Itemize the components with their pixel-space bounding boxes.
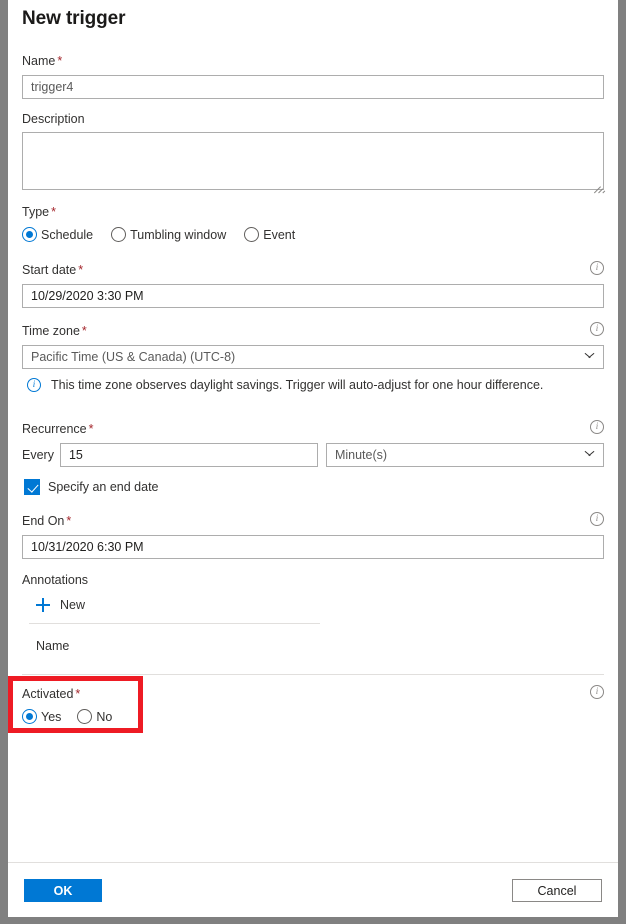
page-title: New trigger: [22, 8, 126, 29]
type-option-schedule-label: Schedule: [41, 227, 94, 242]
time-zone-label: Time zone: [22, 324, 80, 338]
type-label: Type *: [22, 203, 604, 221]
start-date-label-row: Start date * i: [22, 261, 604, 279]
recurrence-unit-dropdown[interactable]: Minute(s): [325, 443, 604, 467]
activated-option-yes[interactable]: Yes: [22, 709, 61, 724]
trigger-dialog-screen: New trigger Name* Description: [0, 0, 626, 924]
type-option-event-label: Event: [263, 227, 296, 242]
activated-option-no[interactable]: No: [77, 709, 112, 724]
end-on-label: End On: [22, 514, 65, 528]
panel-content: New trigger Name* Description: [8, 0, 618, 862]
radio-icon-yes[interactable]: [22, 709, 37, 724]
name-input[interactable]: [22, 75, 604, 99]
cancel-button[interactable]: Cancel: [512, 879, 602, 902]
specify-end-date-row[interactable]: Specify an end date: [24, 479, 159, 495]
start-date-info-icon[interactable]: i: [590, 261, 604, 275]
time-zone-selected-value: Pacific Time (US & Canada) (UTC-8): [31, 350, 236, 364]
ok-button[interactable]: OK: [24, 879, 102, 902]
description-label: Description: [22, 112, 85, 126]
annotations-group: Annotations New Name: [22, 572, 604, 675]
type-option-event[interactable]: Event: [244, 227, 295, 242]
start-date-field-group: Start date * i: [22, 261, 604, 308]
radio-icon-no[interactable]: [77, 709, 93, 724]
recurrence-row: Every Minute(s): [22, 443, 604, 467]
activated-info-icon[interactable]: i: [590, 685, 604, 699]
chevron-down-icon-timezone[interactable]: [585, 352, 594, 361]
name-field-group: Name *: [22, 52, 604, 99]
description-textarea[interactable]: [22, 132, 606, 194]
add-annotation-label: New: [60, 598, 86, 612]
name-label-text: Name: [22, 54, 56, 68]
activated-label-row: Activated * i: [22, 685, 604, 703]
recurrence-label: Recurrence: [22, 422, 87, 436]
chevron-down-icon-recurrence-unit[interactable]: [585, 450, 594, 459]
annotations-column-name: Name: [36, 639, 70, 653]
activated-label: Activated: [22, 687, 74, 701]
annotations-table-bottom-divider: [22, 674, 604, 675]
time-zone-required-marker: *: [81, 324, 87, 338]
start-date-required-marker: *: [78, 263, 84, 277]
type-option-tumbling-window[interactable]: Tumbling window: [111, 227, 226, 242]
name-required-marker: *: [57, 54, 63, 68]
annotations-table-top-divider: [29, 623, 320, 624]
recurrence-required-marker: *: [88, 422, 94, 436]
activated-field-group: Activated * i Yes No: [22, 685, 604, 724]
end-on-label-row: End On * i: [22, 512, 604, 530]
end-on-field-group: End On * i: [22, 512, 604, 559]
type-required-marker: *: [51, 205, 56, 219]
info-icon-timezone-message: i: [27, 378, 41, 392]
radio-icon-event[interactable]: [244, 227, 260, 242]
recurrence-field-group: Recurrence* i Every Minute(s): [22, 420, 604, 467]
checkmark-icon-specify-end-date[interactable]: [24, 479, 40, 495]
plus-icon: [36, 598, 50, 612]
type-option-schedule[interactable]: Schedule: [22, 227, 93, 242]
time-zone-field-group: Time zone * i Pacific Time (US & Canada) …: [22, 322, 604, 369]
end-on-input[interactable]: [22, 535, 604, 559]
time-zone-info-icon[interactable]: i: [590, 322, 604, 336]
activated-required-marker: *: [75, 687, 81, 701]
activated-option-no-label: No: [96, 709, 113, 724]
end-on-info-icon[interactable]: i: [590, 512, 604, 526]
dialog-footer: OK Cancel: [8, 862, 618, 917]
recurrence-info-icon[interactable]: i: [590, 420, 604, 434]
add-annotation-button[interactable]: New: [36, 598, 106, 612]
time-zone-dropdown[interactable]: Pacific Time (US & Canada) (UTC-8): [22, 345, 604, 369]
type-label-text: Type: [22, 205, 50, 219]
time-zone-message-text: This time zone observes daylight savings…: [51, 378, 544, 392]
type-radio-group: Schedule Tumbling window Event: [22, 227, 604, 242]
name-label: Name *: [22, 52, 604, 70]
type-option-tumbling-window-label: Tumbling window: [130, 227, 227, 242]
time-zone-message: i This time zone observes daylight savin…: [27, 378, 607, 392]
recurrence-every-label: Every: [22, 448, 54, 462]
start-date-label: Start date: [22, 263, 77, 277]
recurrence-unit-selected-value: Minute(s): [334, 448, 388, 462]
time-zone-label-row: Time zone * i: [22, 322, 604, 340]
specify-end-date-label: Specify an end date: [48, 480, 159, 494]
activated-radio-group: Yes No: [22, 709, 604, 724]
new-trigger-panel: New trigger Name* Description: [8, 0, 618, 917]
radio-icon-schedule[interactable]: [22, 227, 37, 242]
end-on-required-marker: *: [66, 514, 72, 528]
type-field-group: Type * Schedule Tumbling window Event: [22, 203, 604, 242]
recurrence-label-row: Recurrence * i: [22, 420, 604, 438]
description-field-group: Description: [22, 111, 606, 194]
annotations-label: Annotations: [22, 573, 89, 587]
recurrence-interval-input[interactable]: [59, 443, 318, 467]
activated-option-yes-label: Yes: [41, 709, 62, 724]
radio-icon-tumbling-window[interactable]: [111, 227, 127, 242]
resize-grip-icon[interactable]: [591, 178, 606, 194]
start-date-input[interactable]: [22, 284, 604, 308]
